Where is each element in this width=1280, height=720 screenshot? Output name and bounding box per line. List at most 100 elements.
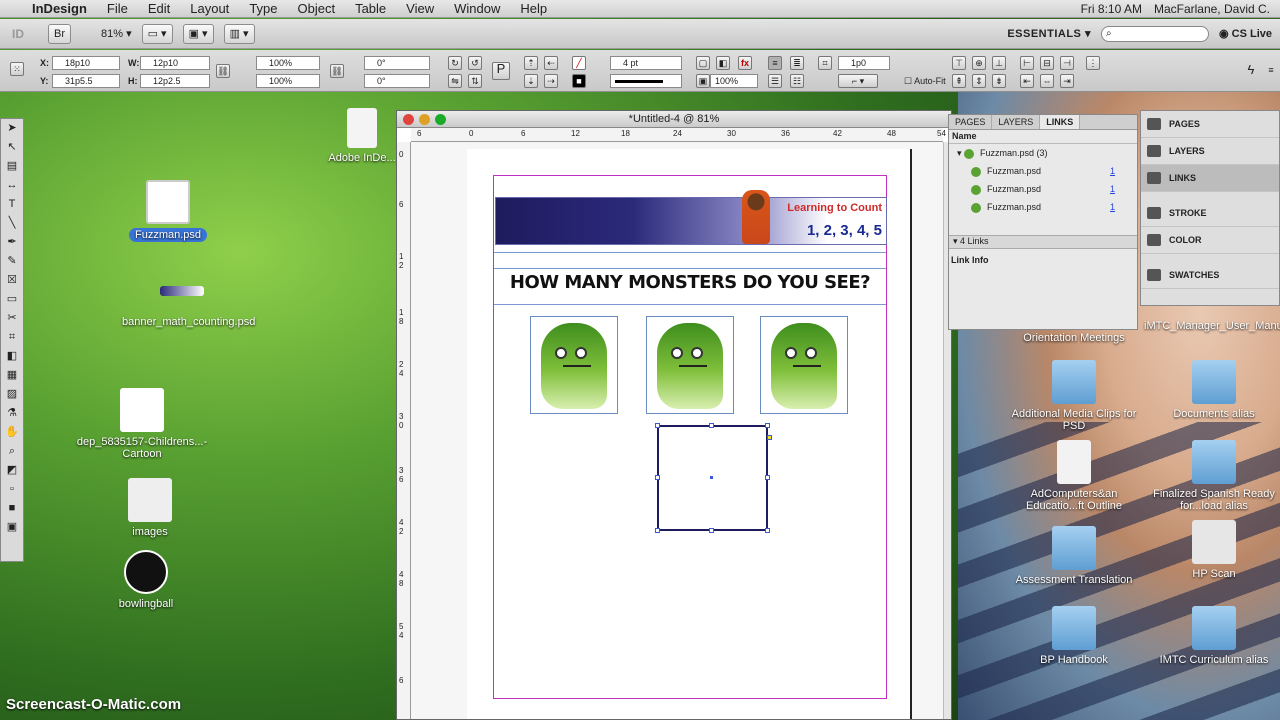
- gradient-feather-tool-icon[interactable]: ▦: [1, 366, 23, 385]
- dock-links[interactable]: LINKS: [1141, 165, 1279, 192]
- line-tool-icon[interactable]: ╲: [1, 214, 23, 233]
- menu-app[interactable]: InDesign: [22, 1, 97, 16]
- align-vcenter-icon[interactable]: ⊕: [972, 56, 986, 70]
- link-row[interactable]: Fuzzman.psd 1: [949, 180, 1137, 198]
- arrange-documents-button[interactable]: ▥ ▾: [223, 23, 255, 44]
- reference-point-icon[interactable]: ⁙: [10, 62, 24, 76]
- select-previous-icon[interactable]: ⇠: [544, 56, 558, 70]
- distribute-left-icon[interactable]: ⇤: [1020, 74, 1034, 88]
- dock-pages[interactable]: PAGES: [1141, 111, 1279, 138]
- gradient-swatch-tool-icon[interactable]: ◧: [1, 347, 23, 366]
- desktop-icon[interactable]: AdComputers&an Educatio...ft Outline: [1004, 440, 1144, 512]
- desktop-icon[interactable]: bowlingball: [76, 550, 216, 610]
- apply-color-icon[interactable]: ■: [1, 499, 23, 518]
- selection-handle[interactable]: [765, 528, 770, 533]
- link-row[interactable]: Fuzzman.psd 1: [949, 198, 1137, 216]
- flip-horizontal-icon[interactable]: ⇋: [448, 74, 462, 88]
- menu-type[interactable]: Type: [239, 1, 287, 16]
- selection-handle[interactable]: [655, 475, 660, 480]
- shear-field[interactable]: 0°: [364, 74, 430, 88]
- y-field[interactable]: 31p5.5: [52, 74, 120, 88]
- selection-handle[interactable]: [765, 423, 770, 428]
- screen-mode-button[interactable]: ▣ ▾: [182, 23, 214, 44]
- screen-mode-icon[interactable]: ▣: [1, 518, 23, 537]
- align-left-icon[interactable]: ⊢: [1020, 56, 1034, 70]
- menu-layout[interactable]: Layout: [180, 1, 239, 16]
- rectangle-tool-icon[interactable]: ▭: [1, 290, 23, 309]
- desktop-icon[interactable]: dep_5835157-Childrens...-Cartoon: [72, 388, 212, 460]
- desktop-icon[interactable]: images: [80, 478, 220, 538]
- selection-handle[interactable]: [655, 423, 660, 428]
- selected-empty-frame[interactable]: [655, 423, 772, 533]
- gap-tool-icon[interactable]: ↔: [1, 176, 23, 195]
- x-field[interactable]: 18p10: [52, 56, 120, 70]
- desktop-icon[interactable]: Additional Media Clips for PSD: [1004, 360, 1144, 432]
- monster-image-frame[interactable]: [530, 316, 618, 414]
- free-transform-tool-icon[interactable]: ⌗: [1, 328, 23, 347]
- panel-menu-icon[interactable]: ≡: [1264, 64, 1278, 78]
- wrap-shape-icon[interactable]: ☰: [768, 74, 782, 88]
- zoom-icon[interactable]: [435, 114, 446, 125]
- link-row[interactable]: Fuzzman.psd 1: [949, 162, 1137, 180]
- clock[interactable]: Fri 8:10 AM: [1081, 2, 1142, 16]
- type-tool-icon[interactable]: T: [1, 195, 23, 214]
- frame-fitting-icon[interactable]: ⌗: [818, 56, 832, 70]
- zoom-tool-icon[interactable]: ⌕: [1, 442, 23, 461]
- rectangle-frame-tool-icon[interactable]: ☒: [1, 271, 23, 290]
- scale-y-field[interactable]: 100%: [256, 74, 320, 88]
- live-corners-handle[interactable]: [767, 435, 772, 440]
- selection-handle[interactable]: [765, 475, 770, 480]
- selection-handle[interactable]: [655, 528, 660, 533]
- menu-table[interactable]: Table: [345, 1, 396, 16]
- view-options-button[interactable]: ▭ ▾: [141, 23, 173, 44]
- link-page[interactable]: 1: [1110, 180, 1115, 198]
- pen-tool-icon[interactable]: ✒: [1, 233, 23, 252]
- select-content-icon[interactable]: ⇣: [524, 74, 538, 88]
- align-hcenter-icon[interactable]: ⊟: [1040, 56, 1054, 70]
- drop-shadow-icon[interactable]: ▢: [696, 56, 710, 70]
- tab-links[interactable]: LINKS: [1040, 115, 1081, 129]
- banner-image[interactable]: Learning to Count 1, 2, 3, 4, 5: [495, 190, 887, 245]
- document-title-bar[interactable]: *Untitled-4 @ 81%: [397, 111, 951, 128]
- bridge-button[interactable]: Br: [48, 23, 71, 44]
- page-tool-icon[interactable]: ▤: [1, 157, 23, 176]
- tab-layers[interactable]: LAYERS: [992, 115, 1041, 129]
- scissors-tool-icon[interactable]: ✂: [1, 309, 23, 328]
- desktop-icon[interactable]: Assessment Translation: [1004, 526, 1144, 586]
- auto-fit-checkbox[interactable]: ☐ Auto-Fit: [904, 76, 946, 87]
- fill-swatch-icon[interactable]: ╱: [572, 56, 586, 70]
- menu-object[interactable]: Object: [288, 1, 346, 16]
- align-top-icon[interactable]: ⊤: [952, 56, 966, 70]
- rotate-field[interactable]: 0°: [364, 56, 430, 70]
- vertical-ruler[interactable]: 0 6 1 2 1 8 2 4 3 0 3 6 4 2 4 8 5 4 6: [397, 142, 411, 719]
- fx-icon[interactable]: fx: [738, 56, 752, 70]
- link-info-section[interactable]: Link Info: [951, 255, 989, 265]
- constrain-proportions-icon[interactable]: ⛓: [216, 64, 230, 78]
- menu-window[interactable]: Window: [444, 1, 510, 16]
- cs-live-button[interactable]: ◉ CS Live: [1219, 27, 1272, 40]
- tab-pages[interactable]: PAGES: [949, 115, 993, 129]
- headline-text[interactable]: HOW MANY MONSTERS DO YOU SEE?: [494, 272, 886, 293]
- pencil-tool-icon[interactable]: ✎: [1, 252, 23, 271]
- dock-layers[interactable]: LAYERS: [1141, 138, 1279, 165]
- monster-image-frame[interactable]: [760, 316, 848, 414]
- wrap-jump-icon[interactable]: ☷: [790, 74, 804, 88]
- w-field[interactable]: 12p10: [140, 56, 210, 70]
- desktop-icon[interactable]: Documents alias: [1144, 360, 1280, 420]
- effects-shadow-icon[interactable]: ◧: [716, 56, 730, 70]
- distribute-center-icon[interactable]: ⇕: [972, 74, 986, 88]
- align-right-icon[interactable]: ⊣: [1060, 56, 1074, 70]
- search-input[interactable]: ⌕: [1100, 25, 1209, 42]
- menu-view[interactable]: View: [396, 1, 444, 16]
- select-container-icon[interactable]: ⇡: [524, 56, 538, 70]
- corner-options-icon[interactable]: ⌐ ▾: [838, 74, 878, 88]
- constrain-scale-icon[interactable]: ⛓: [330, 64, 344, 78]
- hand-tool-icon[interactable]: ✋: [1, 423, 23, 442]
- desktop-icon[interactable]: HP Scan: [1144, 520, 1280, 580]
- wrap-bounding-icon[interactable]: ≣: [790, 56, 804, 70]
- desktop-icon[interactable]: IMTC Curriculum alias: [1144, 606, 1280, 666]
- distribute-bottom-icon[interactable]: ⇟: [992, 74, 1006, 88]
- eyedropper-tool-icon[interactable]: ⚗: [1, 404, 23, 423]
- selection-handle[interactable]: [709, 423, 714, 428]
- dock-color[interactable]: COLOR: [1141, 227, 1279, 254]
